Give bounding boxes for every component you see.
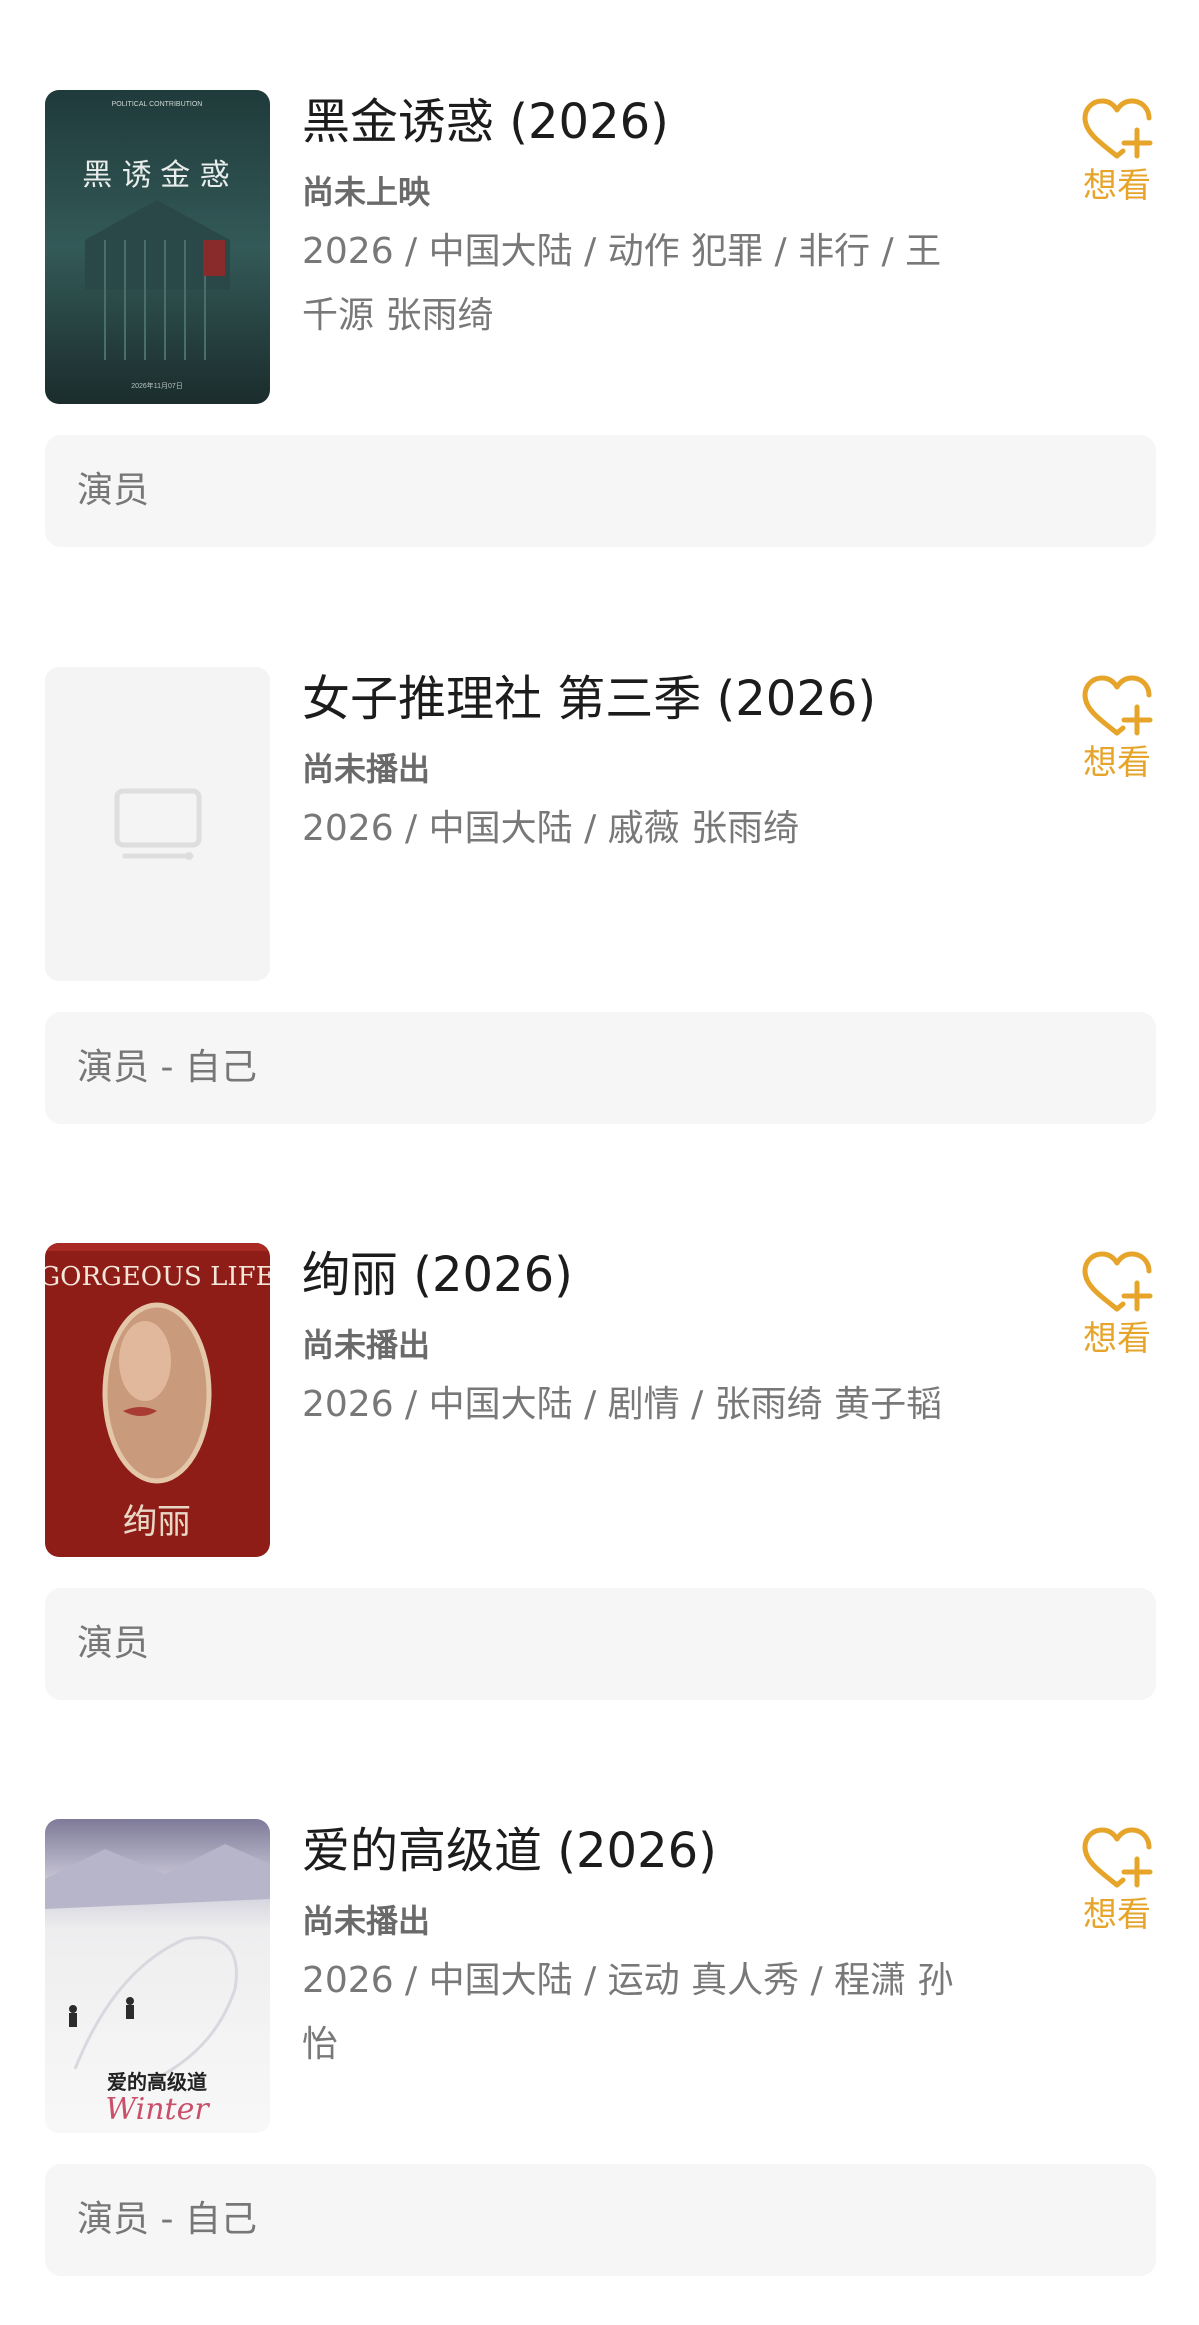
want-label: 想看 [1083,743,1151,783]
works-list: POLITICAL CONTRIBUTION 黑 诱 金 惑 2026年11月0… [0,0,1199,2325]
release-status: 尚未播出 [302,750,431,788]
role-bar: 演员 - 自己 [45,2164,1156,2276]
role-text: 演员 [77,470,150,511]
role-text: 演员 [77,1623,150,1664]
poster-top-text: GORGEOUS LIFE [45,1262,270,1292]
poster-title-left: 黑 诱 [82,158,152,193]
work-title[interactable]: 爱的高级道 (2026) [302,1819,717,1883]
want-label: 想看 [1083,1895,1151,1935]
want-to-watch-button[interactable]: 想看 [1072,667,1162,785]
work-item[interactable]: POLITICAL CONTRIBUTION 黑 诱 金 惑 2026年11月0… [0,90,1199,560]
work-title[interactable]: 女子推理社 第三季 (2026) [302,667,876,731]
heart-plus-icon [1082,1251,1153,1312]
work-item[interactable]: 爱的高级道 Winter 爱的高级道 (2026) 尚未播出 2026 / 中国… [0,1819,1199,2289]
work-item[interactable]: GORGEOUS LIFE 绚丽 绚丽 (2026) 尚未播出 2026 / 中… [0,1243,1199,1713]
work-info: 2026 / 中国大陆 / 运动 真人秀 / 程潇 孙怡 [302,1960,954,2065]
poster-bottom-text: 绚丽 [123,1502,191,1542]
role-text: 演员 - 自己 [77,1047,257,1088]
poster-date-text: 2026年11月07日 [131,381,183,390]
role-text: 演员 - 自己 [77,2199,257,2240]
release-status: 尚未播出 [302,1326,431,1364]
poster-title-text: 爱的高级道 [107,2070,207,2094]
work-info: 2026 / 中国大陆 / 剧情 / 张雨绮 黄子韬 [302,1384,943,1425]
release-status: 尚未播出 [302,1902,431,1940]
heart-plus-icon [1082,675,1153,736]
poster-script-text: Winter [105,2092,210,2127]
work-item[interactable]: 女子推理社 第三季 (2026) 尚未播出 2026 / 中国大陆 / 戚薇 张… [0,667,1199,1137]
work-title[interactable]: 黑金诱惑 (2026) [302,90,669,154]
work-title[interactable]: 绚丽 (2026) [302,1243,573,1307]
poster-top-text: POLITICAL CONTRIBUTION [112,101,203,108]
want-to-watch-button[interactable]: 想看 [1072,90,1162,208]
release-status: 尚未上映 [302,173,431,211]
heart-plus-icon [1082,1827,1153,1888]
role-bar: 演员 [45,435,1156,547]
want-to-watch-button[interactable]: 想看 [1072,1243,1162,1361]
placeholder-poster[interactable] [45,667,270,981]
show-poster[interactable]: 爱的高级道 Winter [45,1819,270,2133]
work-info: 2026 / 中国大陆 / 戚薇 张雨绮 [302,808,800,849]
role-bar: 演员 - 自己 [45,1012,1156,1124]
movie-poster[interactable]: POLITICAL CONTRIBUTION 黑 诱 金 惑 2026年11月0… [45,90,270,404]
want-label: 想看 [1083,1319,1151,1359]
role-bar: 演员 [45,1588,1156,1700]
magazine-poster[interactable]: GORGEOUS LIFE 绚丽 [45,1243,270,1557]
work-info: 2026 / 中国大陆 / 动作 犯罪 / 非行 / 王千源 张雨绮 [302,231,942,336]
want-label: 想看 [1083,166,1151,206]
want-to-watch-button[interactable]: 想看 [1072,1819,1162,1937]
heart-plus-icon [1082,98,1153,159]
poster-title-right: 金 惑 [160,158,230,193]
